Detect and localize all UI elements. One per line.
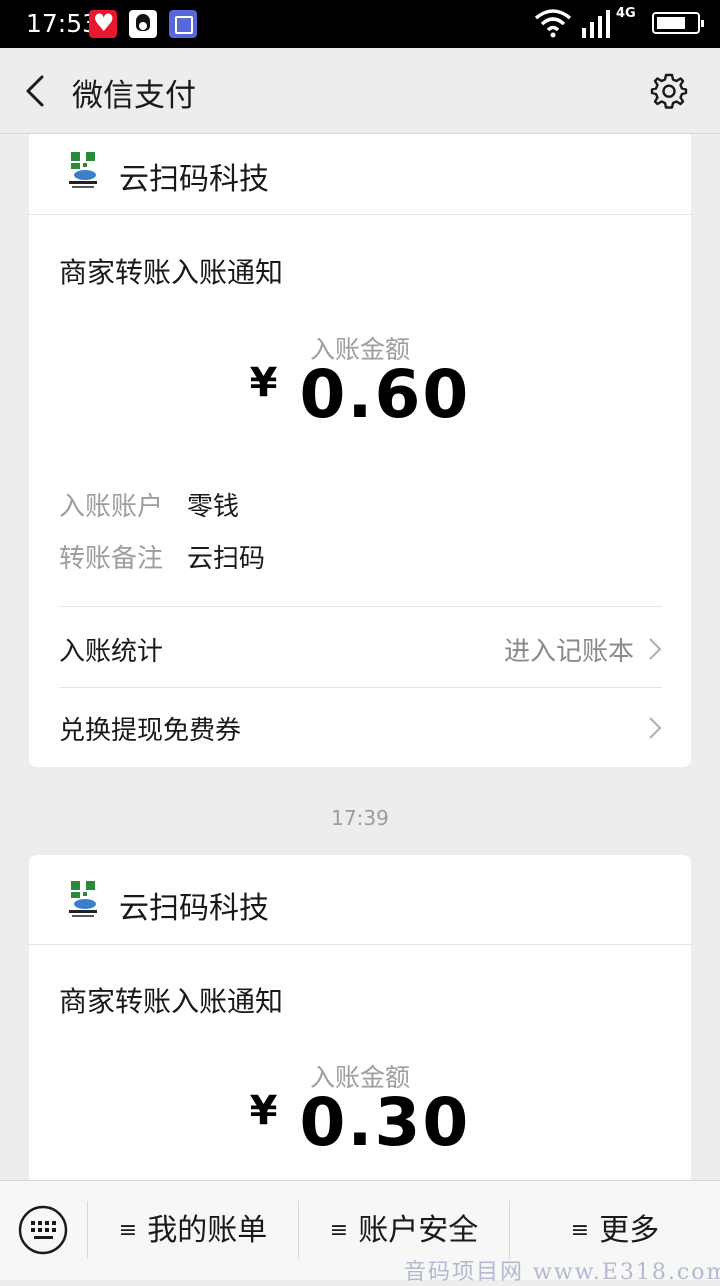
message-card[interactable]: 云扫码科技 商家转账入账通知 入账金额 ¥0.30 — [29, 855, 691, 1195]
amount-display: ¥0.60 — [29, 356, 691, 433]
wifi-icon — [534, 9, 572, 38]
currency-symbol: ¥ — [249, 360, 278, 406]
detail-key: 转账备注 — [59, 544, 164, 574]
detail-value: 零钱 — [187, 492, 240, 522]
currency-symbol: ¥ — [249, 1088, 278, 1134]
message-timestamp: 17:39 — [331, 806, 389, 830]
signal-icon — [582, 10, 610, 38]
merchant-name: 云扫码科技 — [119, 891, 269, 926]
status-time: 17:53 — [26, 9, 99, 38]
title-bar: 微信支付 — [0, 48, 720, 134]
watermark: 音码项目网 www.E318.com — [404, 1260, 720, 1285]
menu-lines-icon: ≡ — [118, 1218, 138, 1243]
link-label: 入账统计 — [59, 637, 164, 667]
merchant-name: 云扫码科技 — [119, 162, 269, 197]
message-card[interactable]: 云扫码科技 商家转账入账通知 入账金额 ¥0.60 入账账户 零钱 转账备注 云扫码… — [29, 134, 691, 767]
menu-label: 我的账单 — [147, 1213, 268, 1248]
menu-lines-icon: ≡ — [329, 1218, 349, 1243]
menu-my-bills[interactable]: ≡ 我的账单 — [88, 1181, 298, 1281]
detail-value: 云扫码 — [187, 544, 266, 574]
merchant-logo-icon — [69, 881, 97, 917]
detail-row: 入账账户 零钱 — [59, 486, 239, 523]
page-title: 微信支付 — [72, 78, 196, 114]
income-stats-link[interactable]: 入账统计 进入记账本 — [59, 609, 662, 687]
battery-icon — [652, 12, 704, 34]
link-hint: 进入记账本 — [503, 637, 634, 667]
notice-title: 商家转账入账通知 — [59, 985, 284, 1018]
chevron-right-icon — [649, 638, 662, 660]
keyboard-icon[interactable] — [18, 1205, 68, 1255]
menu-label: 更多 — [599, 1213, 660, 1248]
gear-icon[interactable] — [650, 72, 688, 110]
amount-value: 0.60 — [299, 356, 471, 433]
voucher-link[interactable]: 兑换提现免费券 — [59, 688, 662, 766]
card-header[interactable]: 云扫码科技 — [29, 134, 691, 215]
amount-value: 0.30 — [299, 1084, 471, 1161]
detail-key: 入账账户 — [59, 492, 164, 522]
notice-title: 商家转账入账通知 — [59, 256, 284, 289]
heart-app-icon — [89, 9, 117, 38]
menu-label: 账户安全 — [358, 1213, 479, 1248]
network-type: 4G — [616, 6, 636, 21]
chevron-right-icon — [649, 717, 662, 739]
status-bar: 17:53 4G — [0, 0, 720, 48]
merchant-logo-icon — [69, 152, 97, 188]
divider — [59, 606, 662, 607]
amount-display: ¥0.30 — [29, 1084, 691, 1161]
menu-lines-icon: ≡ — [570, 1218, 590, 1243]
detail-row: 转账备注 云扫码 — [59, 538, 265, 575]
qq-icon — [129, 10, 157, 38]
card-header[interactable]: 云扫码科技 — [29, 855, 691, 945]
back-icon[interactable] — [22, 74, 52, 108]
gallery-icon — [169, 10, 197, 38]
link-label: 兑换提现免费券 — [59, 716, 242, 746]
